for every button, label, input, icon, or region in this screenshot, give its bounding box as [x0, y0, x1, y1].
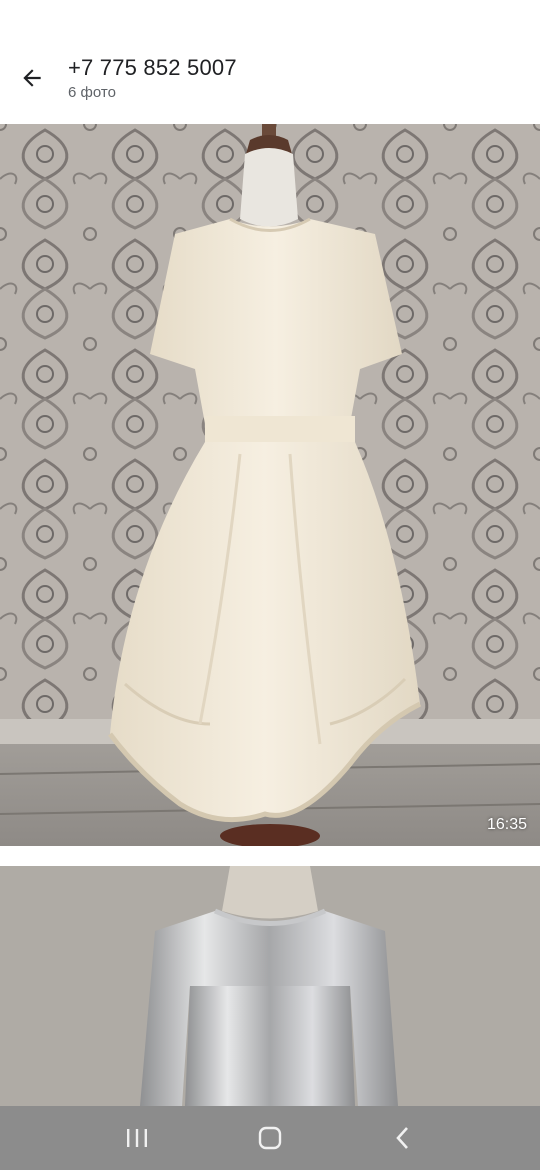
home-button[interactable]: [240, 1113, 300, 1163]
photo-count: 6 фото: [68, 84, 116, 101]
back-button[interactable]: [14, 60, 50, 96]
photo-timestamp: 16:35: [486, 816, 527, 833]
arrow-back-icon: [23, 69, 41, 87]
recent-apps-button[interactable]: [107, 1113, 167, 1163]
nav-back-button[interactable]: [373, 1113, 433, 1163]
photo-cream-dress[interactable]: [0, 124, 540, 846]
recent-apps-icon: [126, 1129, 147, 1147]
photo-silver-top[interactable]: [0, 866, 540, 1106]
chat-media-header: +7 775 852 5007 6 фото: [0, 0, 540, 116]
home-icon: [258, 1126, 282, 1150]
back-icon: [396, 1127, 409, 1149]
title-block: +7 775 852 5007 6 фото: [68, 55, 237, 101]
system-nav-bar: [0, 1106, 540, 1170]
contact-title: +7 775 852 5007: [68, 55, 237, 80]
